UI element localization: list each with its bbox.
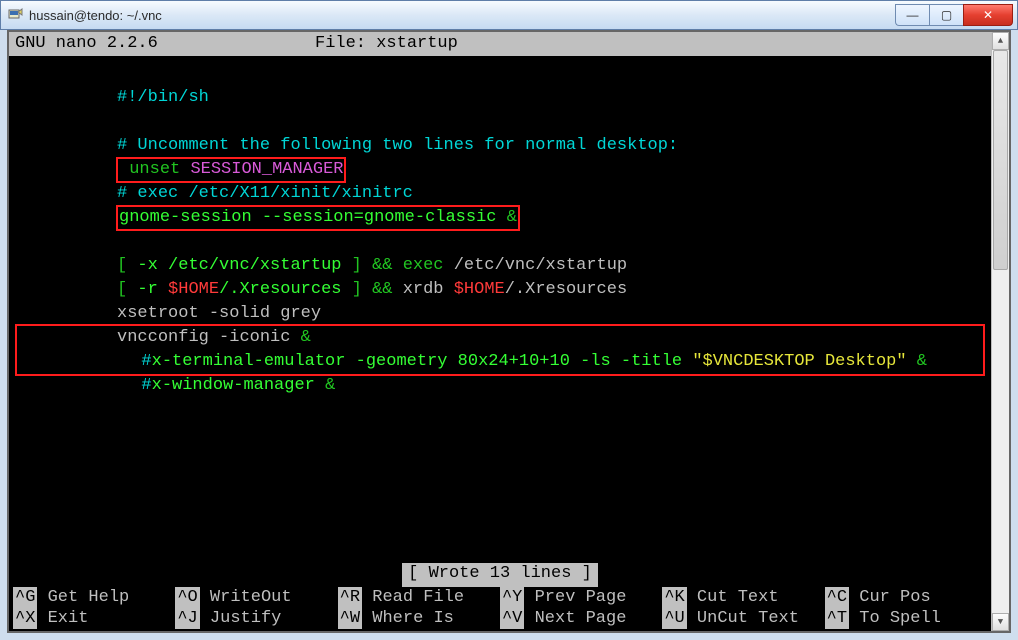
shortcut-key[interactable]: ^T [825, 608, 849, 629]
scroll-down-button[interactable]: ▼ [992, 613, 1009, 631]
line-1: #!/bin/sh [15, 62, 985, 86]
window-titlebar[interactable]: hussain@tendo: ~/.vnc — ▢ ✕ [0, 0, 1018, 30]
shortcut-key[interactable]: ^O [175, 587, 199, 608]
nano-footer: [ Wrote 13 lines ] ^G Get Help ^O WriteO… [9, 563, 991, 631]
window-frame: GNU nano 2.2.6 File: xstartup #!/bin/sh … [0, 30, 1018, 640]
shortcut-key[interactable]: ^V [500, 608, 524, 629]
shortcut-key[interactable]: ^K [662, 587, 686, 608]
window-title: hussain@tendo: ~/.vnc [29, 8, 895, 23]
scrollbar[interactable]: ▲ ▼ [991, 32, 1009, 631]
scroll-track[interactable] [992, 50, 1009, 613]
shortcut-key[interactable]: ^W [338, 608, 362, 629]
shortcut-key[interactable]: ^C [825, 587, 849, 608]
scroll-thumb[interactable] [993, 50, 1008, 270]
shortcut-key[interactable]: ^X [13, 608, 37, 629]
nano-status: [ Wrote 13 lines ] [13, 563, 987, 587]
nano-header: GNU nano 2.2.6 File: xstartup [9, 32, 991, 56]
scroll-up-button[interactable]: ▲ [992, 32, 1009, 50]
shortcut-key[interactable]: ^R [338, 587, 362, 608]
nano-file-label: File: xstartup [315, 32, 458, 56]
shortcut-row-1: ^G Get Help ^O WriteOut ^R Read File ^Y … [13, 587, 987, 608]
shortcut-row-2: ^X Exit ^J Justify ^W Where Is ^V Next P… [13, 608, 987, 629]
shortcut-key[interactable]: ^J [175, 608, 199, 629]
close-button[interactable]: ✕ [963, 4, 1013, 26]
window-controls: — ▢ ✕ [895, 4, 1013, 26]
shortcut-key[interactable]: ^U [662, 608, 686, 629]
line-8: [ -x /etc/vnc/xstartup ] && exec /etc/vn… [15, 230, 985, 254]
terminal[interactable]: GNU nano 2.2.6 File: xstartup #!/bin/sh … [9, 32, 991, 631]
maximize-button[interactable]: ▢ [929, 4, 963, 26]
editor-content[interactable]: #!/bin/sh # Uncomment the following two … [9, 56, 991, 376]
line-3: # Uncomment the following two lines for … [15, 110, 985, 134]
nano-version: GNU nano 2.2.6 [15, 32, 315, 56]
shortcut-key[interactable]: ^G [13, 587, 37, 608]
shortcut-key[interactable]: ^Y [500, 587, 524, 608]
putty-icon [7, 7, 23, 23]
minimize-button[interactable]: — [895, 4, 929, 26]
